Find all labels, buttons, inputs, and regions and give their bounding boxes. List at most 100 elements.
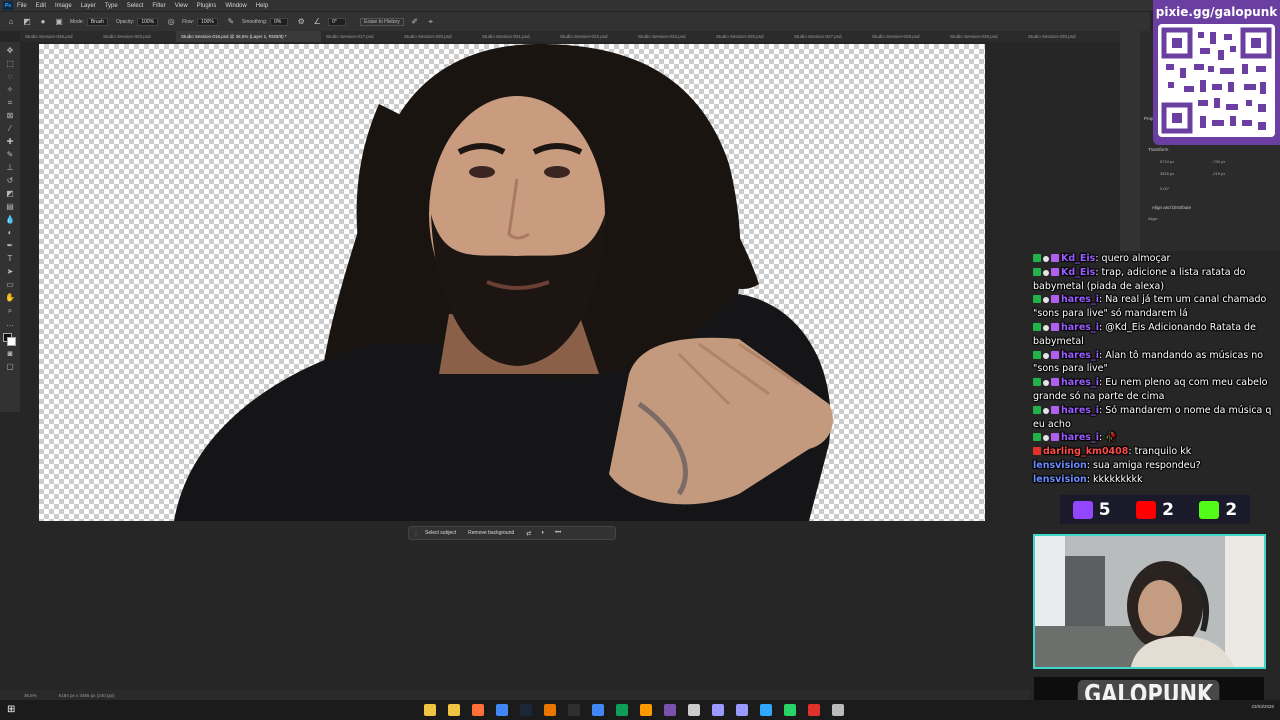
doc-tab[interactable]: Studio Session-029.psd [945,31,1023,42]
angle-field[interactable]: 0,00° [1160,186,1169,191]
app-icon-3[interactable] [808,704,820,716]
gear-icon[interactable]: ⚙ [296,17,306,27]
pressure-size-icon[interactable]: ✐ [410,17,420,27]
more-options-icon[interactable]: ••• [555,530,561,536]
menu-type[interactable]: Type [105,3,118,9]
doc-tab[interactable]: Studio Session-023.psd [633,31,711,42]
menu-window[interactable]: Window [225,3,246,9]
more-tools-icon[interactable]: … [4,318,16,330]
document-canvas[interactable] [39,44,985,521]
chrome-icon[interactable] [496,704,508,716]
background-color[interactable] [7,337,16,346]
pen-tool-icon[interactable]: ✒ [4,240,16,252]
home-icon[interactable]: ⌂ [6,17,16,27]
eraser-tool-icon[interactable]: ◩ [22,17,32,27]
back-icon[interactable] [688,704,700,716]
doc-tab[interactable]: Studio Session-022.psd [555,31,633,42]
y-field[interactable]: -219 px [1212,171,1225,176]
doc-tab-active[interactable]: Studio Session-016.psd @ 36,5% (Layer 1,… [176,31,321,42]
quick-mask-icon[interactable]: ◙ [4,348,16,360]
brush-preset-icon[interactable]: ● [38,17,48,27]
crop-tool-icon[interactable]: ⌗ [4,97,16,109]
doc-tab[interactable]: Studio Session-017.psd [321,31,399,42]
adjustment-icon[interactable]: ◐ [541,530,545,536]
move-tool-icon[interactable]: ✥ [4,45,16,57]
quick-select-tool-icon[interactable]: ✧ [4,84,16,96]
hand-tool-icon[interactable]: ✋ [4,292,16,304]
mode-select[interactable]: Brush [86,17,108,26]
doc-tab[interactable]: Studio Session-046.psd [20,31,98,42]
file-explorer-icon[interactable] [424,704,436,716]
gradient-tool-icon[interactable]: ▤ [4,201,16,213]
clone-stamp-tool-icon[interactable]: ⊥ [4,162,16,174]
zoom-level[interactable]: 36,5% [24,693,37,698]
brush-settings-icon[interactable]: ▣ [54,17,64,27]
x-field[interactable]: -730 px [1212,159,1225,164]
lasso-tool-icon[interactable]: ◌ [4,71,16,83]
opacity-input[interactable]: 100% [137,17,159,26]
brush-tool-icon[interactable]: ✎ [4,149,16,161]
photoshop-icon[interactable] [760,704,772,716]
doc-tab[interactable]: Studio Session-003.psd [98,31,176,42]
after-effects-icon[interactable] [712,704,724,716]
pressure-opacity-icon[interactable]: ◎ [166,17,176,27]
remove-background-button[interactable]: Remove background [468,530,514,536]
rectangle-tool-icon[interactable]: ▭ [4,279,16,291]
folder-icon[interactable] [448,704,460,716]
angle-icon[interactable]: ∠ [312,17,322,27]
app-icon-2[interactable] [664,704,676,716]
airbrush-icon[interactable]: ✎ [226,17,236,27]
doc-tab[interactable]: Studio Session-025.psd [711,31,789,42]
smoothing-input[interactable]: 0% [270,17,289,26]
healing-tool-icon[interactable]: ✚ [4,136,16,148]
menu-edit[interactable]: Edit [36,3,46,9]
taskbar-clock[interactable]: 23/03/2026 [1251,704,1274,710]
steam-icon[interactable] [520,704,532,716]
illustrator-icon[interactable] [640,704,652,716]
whatsapp-icon[interactable] [784,704,796,716]
path-select-tool-icon[interactable]: ➤ [4,266,16,278]
transform-icon[interactable]: ⇄ [526,530,531,537]
erase-to-history-checkbox[interactable]: Erase to History [360,17,404,26]
menu-filter[interactable]: Filter [152,3,165,9]
menu-image[interactable]: Image [55,3,72,9]
doc-tab[interactable]: Studio Session-028.psd [867,31,945,42]
frame-tool-icon[interactable]: ⊠ [4,110,16,122]
dodge-tool-icon[interactable]: ◐ [4,227,16,239]
color-swatches[interactable] [3,333,17,347]
obs-icon[interactable] [568,704,580,716]
type-tool-icon[interactable]: T [4,253,16,265]
settings-icon[interactable] [832,704,844,716]
marquee-tool-icon[interactable]: ⬚ [4,58,16,70]
eyedropper-tool-icon[interactable]: ⁄ [4,123,16,135]
blur-tool-icon[interactable]: 💧 [4,214,16,226]
doc-tab[interactable]: Studio Session-021.psd [477,31,555,42]
width-field[interactable]: 5724 px [1160,159,1174,164]
symmetry-icon[interactable]: ⌖ [426,17,436,27]
select-subject-button[interactable]: Select subject [425,530,456,536]
menu-plugins[interactable]: Plugins [197,3,217,9]
doc-tab[interactable]: Studio Session-027.psd [789,31,867,42]
menu-help[interactable]: Help [256,3,268,9]
eraser-tool-icon[interactable]: ◩ [4,188,16,200]
zoom-tool-icon[interactable]: ⌕ [4,305,16,317]
screen-mode-icon[interactable]: ▢ [4,361,16,373]
menu-view[interactable]: View [175,3,188,9]
canvas-area[interactable] [20,42,1130,690]
menu-file[interactable]: File [17,3,27,9]
firefox-icon[interactable] [472,704,484,716]
history-brush-tool-icon[interactable]: ↺ [4,175,16,187]
height-field[interactable]: 3816 px [1160,171,1174,176]
menu-select[interactable]: Select [127,3,144,9]
premiere-icon[interactable] [736,704,748,716]
blender-icon[interactable] [544,704,556,716]
flow-input[interactable]: 100% [197,17,218,26]
menu-layer[interactable]: Layer [81,3,96,9]
app-icon-1[interactable] [616,704,628,716]
align-section-label[interactable]: Align and Distribute [1152,205,1191,210]
transform-section-label[interactable]: Transform [1148,147,1168,152]
doc-tab[interactable]: Studio Session-020.psd [399,31,477,42]
windows-start-icon[interactable]: ⊞ [7,705,17,715]
doc-tab[interactable]: Studio Session-030.psd [1023,31,1101,42]
chrome-icon-2[interactable] [592,704,604,716]
